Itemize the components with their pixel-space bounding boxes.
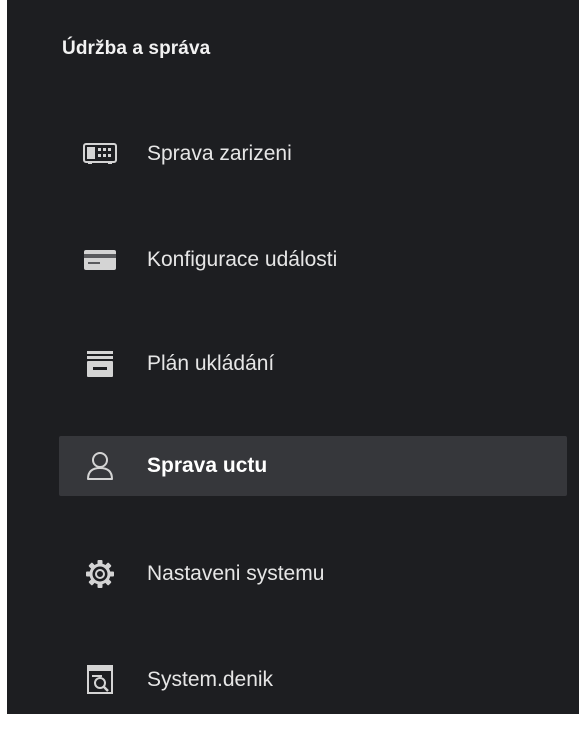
nav-item-event-configuration[interactable]: Konfigurace události: [59, 230, 567, 290]
nav-item-account-management[interactable]: Sprava uctu: [59, 436, 567, 496]
user-icon: [81, 451, 119, 481]
nav-label: Konfigurace události: [147, 248, 338, 271]
device-icon: [81, 139, 119, 169]
nav-label: System.denik: [147, 668, 274, 691]
nav-label: Sprava uctu: [147, 454, 268, 477]
nav-item-system-settings[interactable]: Nastaveni systemu: [59, 544, 567, 604]
section-title: Údržba a správa: [62, 38, 211, 59]
nav-item-device-management[interactable]: Sprava zarizeni: [59, 124, 567, 184]
gear-icon: [81, 559, 119, 589]
log-icon: [81, 665, 119, 695]
maintenance-panel: Údržba a správa Sprava zarizeni Konfigur…: [7, 0, 579, 714]
nav-item-system-log[interactable]: System.denik: [59, 650, 567, 710]
nav-item-storage-plan[interactable]: Plán ukládání: [59, 334, 567, 394]
storage-icon: [81, 349, 119, 379]
nav-label: Plán ukládání: [147, 352, 275, 375]
event-card-icon: [81, 245, 119, 275]
nav-label: Nastaveni systemu: [147, 562, 325, 585]
nav-label: Sprava zarizeni: [147, 142, 292, 165]
